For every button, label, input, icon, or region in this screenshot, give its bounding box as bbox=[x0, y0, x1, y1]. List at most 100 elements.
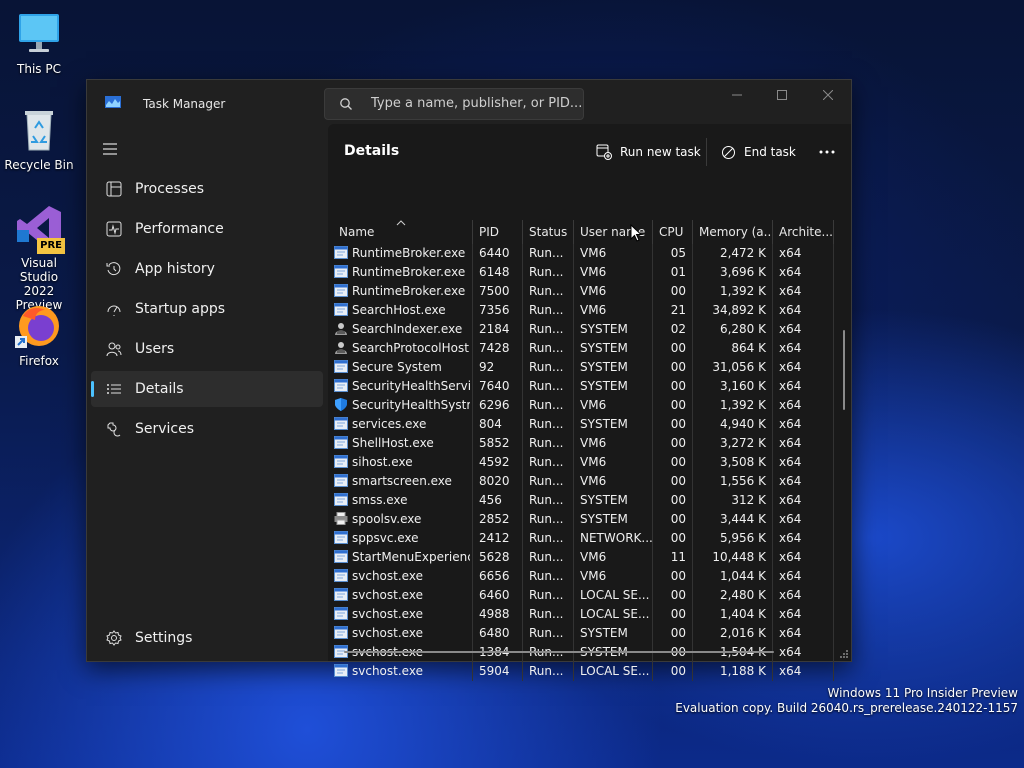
cell-arch: x64 bbox=[773, 472, 834, 491]
table-row[interactable]: services.exe 804 Run... SYSTEM 00 4,940 Kx64 bbox=[328, 415, 834, 434]
cell-arch: x64 bbox=[773, 453, 834, 472]
cell-user: SYSTEM bbox=[574, 624, 653, 643]
cell-mem: 3,160 K bbox=[693, 377, 773, 396]
cell-pid: 6460 bbox=[473, 586, 523, 605]
nav-label: Details bbox=[135, 381, 184, 397]
desktop-icon-visual-studio[interactable]: PRE Visual Studio 2022 Preview bbox=[1, 204, 77, 312]
desktop-icon-recycle-bin[interactable]: Recycle Bin bbox=[1, 106, 77, 172]
column-header-architecture[interactable]: Archite... bbox=[773, 220, 834, 244]
nav-users[interactable]: Users bbox=[91, 331, 323, 367]
resize-grip-icon[interactable] bbox=[839, 649, 849, 659]
table-row[interactable]: smartscreen.exe 8020 Run... VM6 00 1,556 Kx64 bbox=[328, 472, 834, 491]
cell-arch: x64 bbox=[773, 491, 834, 510]
table-row[interactable]: SecurityHealthSystra...6296Run...VM6001,… bbox=[328, 396, 834, 415]
cell-status: Run... bbox=[523, 415, 574, 434]
column-header-cpu[interactable]: CPU bbox=[653, 220, 693, 244]
cell-arch: x64 bbox=[773, 415, 834, 434]
column-header-status[interactable]: Status bbox=[523, 220, 574, 244]
table-row[interactable]: StartMenuExperienc...5628Run...VM61110,4… bbox=[328, 548, 834, 567]
table-row[interactable]: svchost.exe 6480 Run... SYSTEM 00 2,016 Kx64 bbox=[328, 624, 834, 643]
minimize-button[interactable] bbox=[714, 80, 760, 110]
cell-user: VM6 bbox=[574, 434, 653, 453]
table-row[interactable]: sppsvc.exe 2412 Run... NETWORK... 00 5,956 Kx… bbox=[328, 529, 834, 548]
cell-mem: 1,392 K bbox=[693, 282, 773, 301]
cell-arch: x64 bbox=[773, 586, 834, 605]
nav-performance[interactable]: Performance bbox=[91, 211, 323, 247]
cell-mem: 1,044 K bbox=[693, 567, 773, 586]
cell-status: Run... bbox=[523, 358, 574, 377]
cell-name: SecurityHealthSystra... bbox=[328, 396, 473, 415]
vertical-scrollbar[interactable] bbox=[843, 330, 845, 410]
cell-name: sihost.exe bbox=[328, 453, 473, 472]
table-row[interactable]: Secure System 92 Run... SYSTEM 00 31,056 Kx64 bbox=[328, 358, 834, 377]
nav-details[interactable]: Details bbox=[91, 371, 323, 407]
process-person-icon bbox=[334, 322, 348, 335]
cell-pid: 2852 bbox=[473, 510, 523, 529]
search-input[interactable]: Type a name, publisher, or PID... bbox=[324, 88, 584, 120]
cell-status: Run... bbox=[523, 567, 574, 586]
table-row[interactable]: SearchHost.exe 7356 Run... VM6 21 34,892 Kx64 bbox=[328, 301, 834, 320]
cell-arch: x64 bbox=[773, 282, 834, 301]
cell-status: Run... bbox=[523, 434, 574, 453]
nav-startup-apps[interactable]: Startup apps bbox=[91, 291, 323, 327]
run-new-task-button[interactable]: Run new task bbox=[596, 138, 701, 166]
table-row[interactable]: svchost.exe 4988 Run... LOCAL SE... 00 1,404 … bbox=[328, 605, 834, 624]
cell-pid: 7500 bbox=[473, 282, 523, 301]
cell-arch: x64 bbox=[773, 301, 834, 320]
recycle-bin-icon bbox=[15, 106, 63, 154]
close-button[interactable] bbox=[805, 80, 851, 110]
cell-mem: 34,892 K bbox=[693, 301, 773, 320]
pre-badge: PRE bbox=[37, 238, 65, 254]
column-header-name[interactable]: Name bbox=[328, 220, 473, 244]
cell-status: Run... bbox=[523, 510, 574, 529]
maximize-icon bbox=[777, 90, 787, 100]
more-options-button[interactable] bbox=[815, 142, 839, 162]
process-name: SearchHost.exe bbox=[352, 303, 446, 317]
cell-cpu: 00 bbox=[653, 396, 693, 415]
table-row[interactable]: svchost.exe 5904 Run... LOCAL SE... 00 1,188 … bbox=[328, 662, 834, 681]
desktop-icon-this-pc[interactable]: This PC bbox=[1, 10, 77, 76]
cell-status: Run... bbox=[523, 377, 574, 396]
cell-user: LOCAL SE... bbox=[574, 662, 653, 681]
cell-user: VM6 bbox=[574, 472, 653, 491]
nav-settings[interactable]: Settings bbox=[91, 620, 323, 656]
task-manager-window: Task Manager Type a name, publisher, or … bbox=[86, 79, 852, 681]
cell-pid: 7428 bbox=[473, 339, 523, 358]
cell-status: Run... bbox=[523, 529, 574, 548]
table-row[interactable]: svchost.exe 6656 Run... VM6 00 1,044 Kx64 bbox=[328, 567, 834, 586]
nav-app-history[interactable]: App history bbox=[91, 251, 323, 287]
table-row[interactable]: RuntimeBroker.exe 7500 Run... VM6 00 1,392 Kx… bbox=[328, 282, 834, 301]
cell-user: VM6 bbox=[574, 567, 653, 586]
process-name: smartscreen.exe bbox=[352, 474, 452, 488]
table-row[interactable]: SearchIndexer.exe 2184 Run... SYSTEM 02 6,280… bbox=[328, 320, 834, 339]
horizontal-scrollbar[interactable] bbox=[344, 651, 774, 653]
table-row[interactable]: RuntimeBroker.exe 6440 Run... VM6 05 2,472 Kx… bbox=[328, 244, 834, 263]
maximize-button[interactable] bbox=[759, 80, 805, 110]
cell-user: LOCAL SE... bbox=[574, 605, 653, 624]
column-header-memory[interactable]: Memory (a... bbox=[693, 220, 773, 244]
table-row[interactable]: ShellHost.exe 5852 Run... VM6 00 3,272 Kx64 bbox=[328, 434, 834, 453]
table-row[interactable]: smss.exe 456 Run... SYSTEM 00 312 Kx64 bbox=[328, 491, 834, 510]
hamburger-menu-icon[interactable] bbox=[101, 142, 121, 156]
cell-mem: 3,508 K bbox=[693, 453, 773, 472]
end-task-icon bbox=[722, 145, 735, 159]
nav-processes[interactable]: Processes bbox=[91, 171, 323, 207]
cell-pid: 6440 bbox=[473, 244, 523, 263]
table-row[interactable]: sihost.exe 4592 Run... VM6 00 3,508 Kx64 bbox=[328, 453, 834, 472]
title-bar[interactable]: Task Manager Type a name, publisher, or … bbox=[87, 80, 851, 124]
process-name: StartMenuExperienc... bbox=[352, 550, 470, 564]
cell-mem: 31,056 K bbox=[693, 358, 773, 377]
column-header-pid[interactable]: PID bbox=[473, 220, 523, 244]
cell-pid: 7356 bbox=[473, 301, 523, 320]
cell-mem: 2,472 K bbox=[693, 244, 773, 263]
nav-services[interactable]: Services bbox=[91, 411, 323, 447]
table-row[interactable]: SearchProtocolHost....7428Run...SYSTEM00… bbox=[328, 339, 834, 358]
table-row[interactable]: spoolsv.exe 2852 Run... SYSTEM 00 3,444 Kx64 bbox=[328, 510, 834, 529]
process-name: svchost.exe bbox=[352, 588, 423, 602]
end-task-button[interactable]: End task bbox=[721, 138, 796, 166]
table-row[interactable]: svchost.exe 6460 Run... LOCAL SE... 00 2,480 … bbox=[328, 586, 834, 605]
cell-name: svchost.exe bbox=[328, 605, 473, 624]
table-row[interactable]: SecurityHealthServic...7640Run...SYSTEM0… bbox=[328, 377, 834, 396]
desktop-icon-firefox[interactable]: Firefox bbox=[1, 302, 77, 368]
table-row[interactable]: RuntimeBroker.exe 6148 Run... VM6 01 3,696 Kx… bbox=[328, 263, 834, 282]
